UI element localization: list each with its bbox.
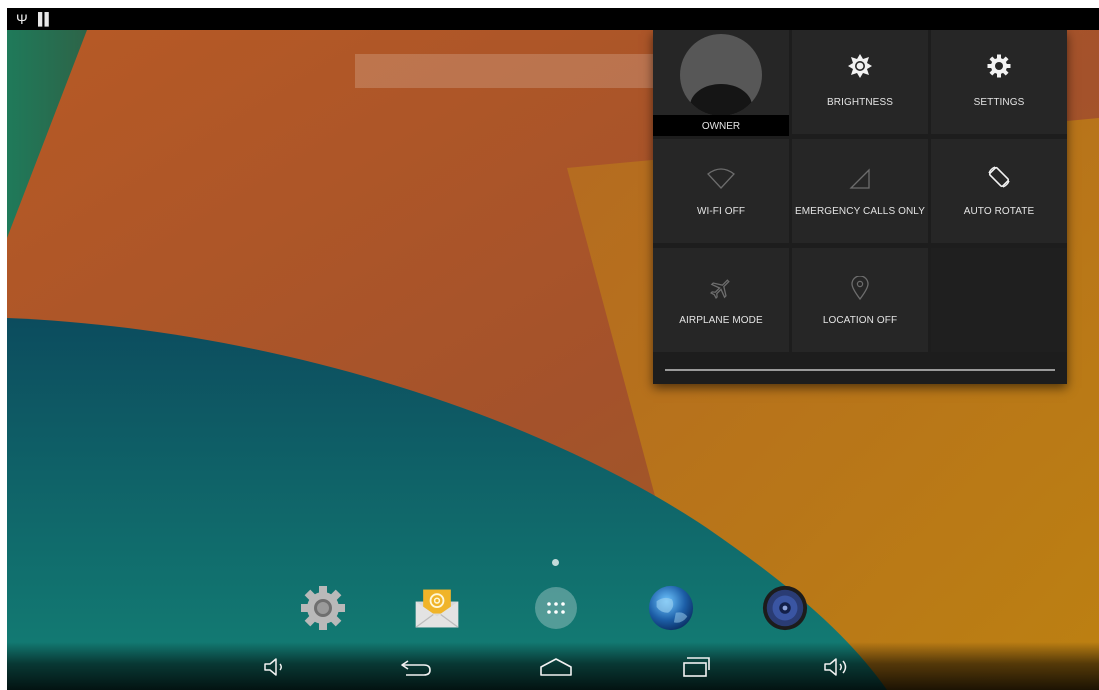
usb-icon: Ψ bbox=[16, 11, 28, 27]
gear-icon bbox=[931, 54, 1067, 78]
airplane-icon bbox=[653, 276, 789, 300]
home-icon[interactable] bbox=[536, 650, 576, 684]
tile-empty bbox=[931, 248, 1067, 352]
tile-airplane[interactable]: AIRPLANE MODE bbox=[653, 248, 789, 352]
brightness-icon bbox=[792, 54, 928, 78]
music-app-icon[interactable] bbox=[761, 584, 809, 632]
search-bar[interactable] bbox=[355, 54, 655, 88]
avatar bbox=[680, 34, 762, 116]
device-screen: Ψ ▌▌ OWNER BRIGHTNESS SETTINGS WI-FI OFF… bbox=[7, 8, 1099, 690]
email-app-icon[interactable] bbox=[413, 584, 461, 632]
wifi-off-icon bbox=[653, 167, 789, 191]
sd-card-icon: ▌▌ bbox=[38, 12, 53, 26]
quick-settings-panel: OWNER BRIGHTNESS SETTINGS WI-FI OFF EMER… bbox=[653, 30, 1067, 384]
status-bar: Ψ ▌▌ bbox=[7, 8, 1099, 30]
tile-airplane-label: AIRPLANE MODE bbox=[679, 315, 763, 326]
tile-settings-label: SETTINGS bbox=[973, 97, 1025, 108]
tile-brightness[interactable]: BRIGHTNESS bbox=[792, 30, 928, 134]
tile-cell-label: EMERGENCY CALLS ONLY bbox=[794, 206, 925, 217]
tile-settings[interactable]: SETTINGS bbox=[931, 30, 1067, 134]
tile-rotate[interactable]: AUTO ROTATE bbox=[931, 139, 1067, 243]
settings-app-icon[interactable] bbox=[299, 584, 347, 632]
recents-icon[interactable] bbox=[677, 650, 717, 684]
app-drawer-icon[interactable] bbox=[532, 584, 580, 632]
back-icon[interactable] bbox=[396, 650, 436, 684]
tile-owner-label: OWNER bbox=[701, 121, 741, 132]
page-indicator bbox=[552, 559, 559, 566]
tile-cell[interactable]: EMERGENCY CALLS ONLY bbox=[792, 139, 928, 243]
location-icon bbox=[792, 276, 928, 300]
browser-app-icon[interactable] bbox=[647, 584, 695, 632]
volume-up-icon[interactable] bbox=[817, 650, 857, 684]
tile-wifi[interactable]: WI-FI OFF bbox=[653, 139, 789, 243]
tile-location[interactable]: LOCATION OFF bbox=[792, 248, 928, 352]
tile-location-label: LOCATION OFF bbox=[822, 315, 898, 326]
tile-rotate-label: AUTO ROTATE bbox=[963, 206, 1035, 217]
brightness-slider-track[interactable] bbox=[665, 369, 1055, 371]
rotate-icon bbox=[931, 165, 1067, 189]
signal-icon bbox=[792, 167, 928, 191]
tile-wifi-label: WI-FI OFF bbox=[696, 206, 746, 217]
tile-brightness-label: BRIGHTNESS bbox=[826, 97, 893, 108]
tile-owner[interactable]: OWNER bbox=[653, 30, 789, 136]
volume-down-icon[interactable] bbox=[255, 650, 295, 684]
navigation-bar bbox=[7, 642, 1099, 690]
